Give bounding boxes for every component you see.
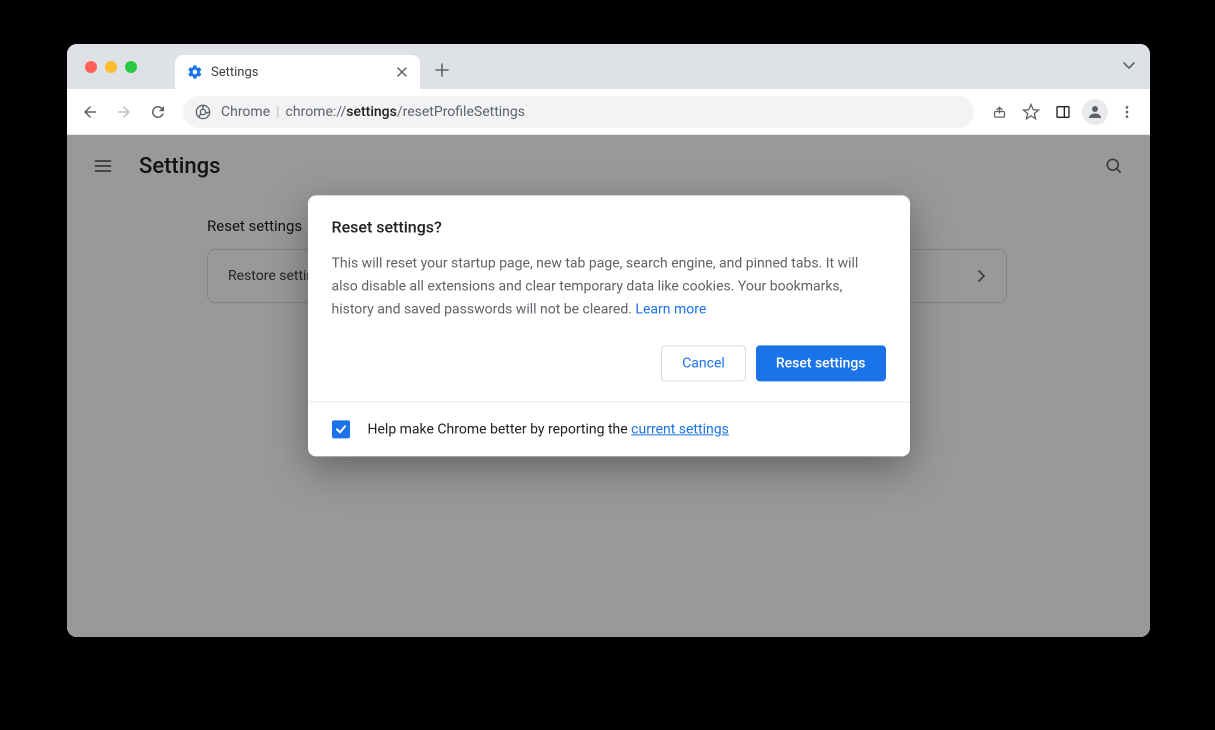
report-settings-checkbox[interactable]	[332, 420, 350, 438]
gear-icon	[187, 64, 203, 80]
avatar-icon	[1082, 99, 1108, 125]
address-bar[interactable]: Chrome | chrome://settings/resetProfileS…	[183, 96, 974, 128]
side-panel-button[interactable]	[1048, 97, 1078, 127]
toolbar-right	[984, 97, 1142, 127]
reset-settings-button[interactable]: Reset settings	[756, 345, 886, 381]
close-tab-button[interactable]	[394, 64, 410, 80]
dialog-text: This will reset your startup page, new t…	[332, 252, 886, 321]
minimize-window-button[interactable]	[105, 61, 117, 73]
dialog-actions: Cancel Reset settings	[308, 341, 910, 401]
close-window-button[interactable]	[85, 61, 97, 73]
learn-more-link[interactable]: Learn more	[632, 301, 706, 317]
maximize-window-button[interactable]	[125, 61, 137, 73]
reload-button[interactable]	[143, 97, 173, 127]
current-settings-link[interactable]: current settings	[631, 421, 729, 437]
cancel-button[interactable]: Cancel	[661, 345, 746, 381]
back-button[interactable]	[75, 97, 105, 127]
tab-title: Settings	[211, 65, 394, 80]
toolbar: Chrome | chrome://settings/resetProfileS…	[67, 89, 1150, 135]
chrome-icon	[195, 104, 211, 120]
forward-button[interactable]	[109, 97, 139, 127]
traffic-lights	[67, 61, 137, 73]
share-button[interactable]	[984, 97, 1014, 127]
dialog-title: Reset settings?	[332, 217, 886, 236]
browser-tab[interactable]: Settings	[175, 55, 420, 89]
dialog-footer: Help make Chrome better by reporting the…	[308, 401, 910, 456]
bookmark-button[interactable]	[1016, 97, 1046, 127]
more-menu-button[interactable]	[1112, 97, 1142, 127]
new-tab-button[interactable]	[428, 56, 456, 84]
url-app-name: Chrome	[221, 104, 270, 120]
tabs-dropdown-button[interactable]	[1122, 58, 1136, 72]
url-text: chrome://settings/resetProfileSettings	[286, 104, 525, 120]
profile-button[interactable]	[1080, 97, 1110, 127]
browser-window: Settings Chrome | chro	[67, 44, 1150, 637]
settings-content: Settings Reset settings Restore settings…	[67, 135, 1150, 637]
footer-text: Help make Chrome better by reporting the…	[368, 421, 729, 437]
reset-settings-dialog: Reset settings? This will reset your sta…	[308, 195, 910, 456]
tab-strip: Settings	[67, 44, 1150, 89]
url-separator: |	[270, 104, 285, 120]
